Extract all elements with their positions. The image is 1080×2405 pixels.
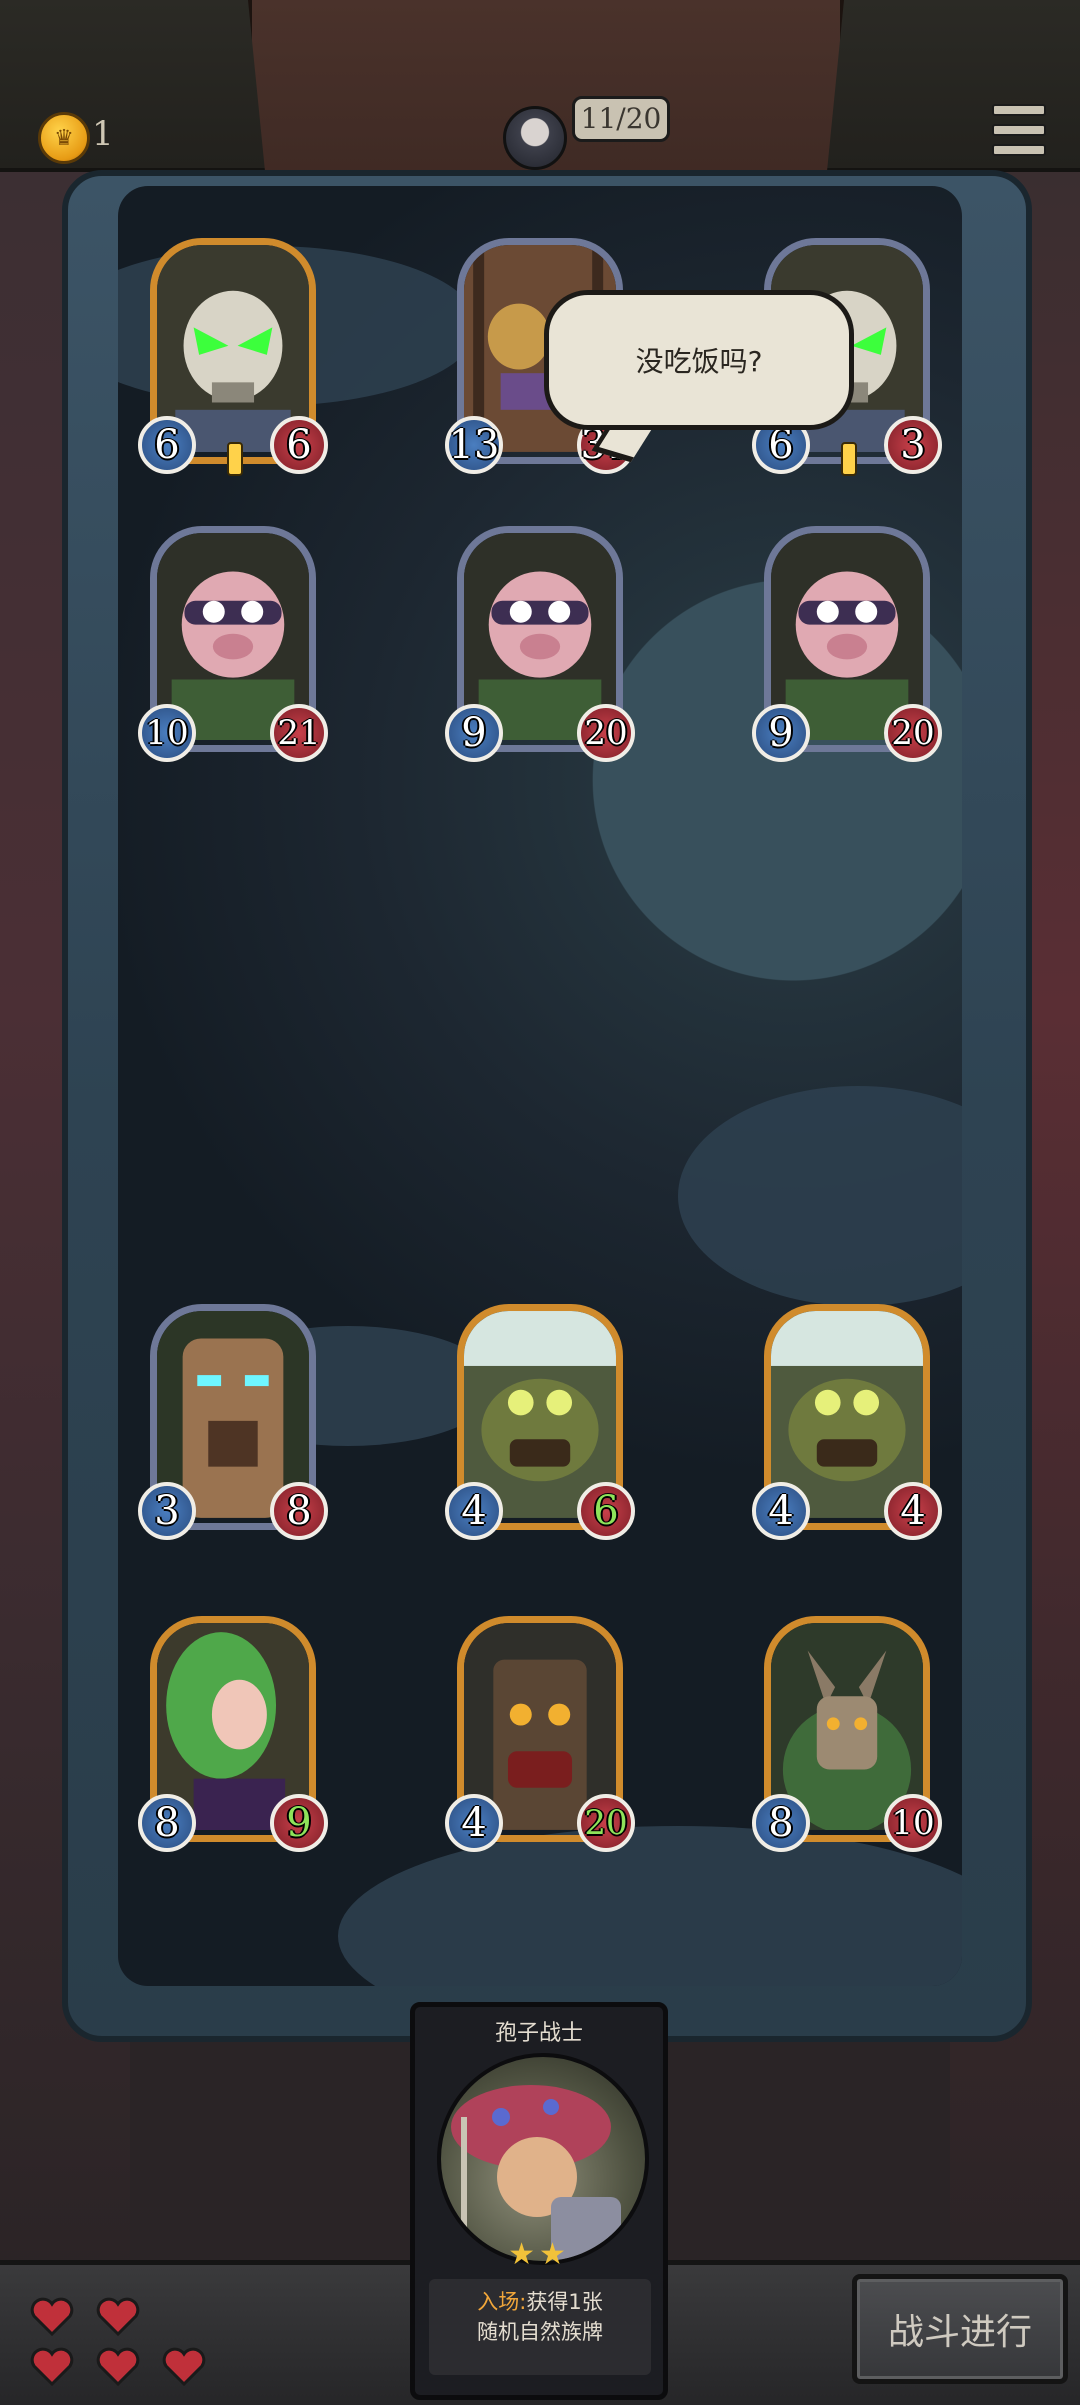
health-stat: 4 [884, 1482, 942, 1540]
heart-icon [96, 2347, 140, 2386]
attack-stat: 10 [138, 704, 196, 762]
attack-stat: 3 [138, 1482, 196, 1540]
attack-stat: 8 [138, 1794, 196, 1852]
attack-stat: 13 [445, 416, 503, 474]
health-stat: 9 [270, 1794, 328, 1852]
card-name: 孢子战士 [494, 2021, 583, 2046]
health-stat: 6 [577, 1482, 635, 1540]
player-avatar[interactable] [503, 106, 567, 170]
attack-stat: 9 [752, 704, 810, 762]
attack-stat: 4 [752, 1482, 810, 1540]
health-stat: 8 [270, 1482, 328, 1540]
alert-marker [841, 442, 857, 476]
heart-icon [30, 2297, 74, 2336]
attack-stat: 9 [445, 704, 503, 762]
player-unit[interactable]: 4 6 [445, 1300, 635, 1540]
health-stat: 20 [577, 704, 635, 762]
enemy-unit[interactable]: 9 20 [445, 522, 635, 762]
player-unit[interactable]: 3 8 [138, 1300, 328, 1540]
attack-stat: 6 [138, 416, 196, 474]
menu-icon[interactable] [992, 104, 1046, 156]
round-counter: 11/20 [572, 96, 670, 142]
card-art [437, 2053, 649, 2265]
heart-icon [96, 2297, 140, 2336]
health-stat: 6 [270, 416, 328, 474]
card-desc-line2: 随机自然族牌 [477, 2320, 603, 2344]
attack-stat: 4 [445, 1482, 503, 1540]
player-unit[interactable]: 8 10 [752, 1612, 942, 1852]
player-unit[interactable]: 4 20 [445, 1612, 635, 1852]
health-stat: 10 [884, 1794, 942, 1852]
card-keyword: 入场: [477, 2290, 527, 2314]
card-description: 入场:获得1张 随机自然族牌 [429, 2279, 651, 2375]
health-stat: 21 [270, 704, 328, 762]
enemy-unit[interactable]: 6 6 [138, 234, 328, 476]
card-stars: ★★ [508, 2237, 570, 2272]
health-stat: 3 [884, 416, 942, 474]
coin-icon: ♛ [38, 112, 90, 164]
attack-stat: 8 [752, 1794, 810, 1852]
attack-stat: 4 [445, 1794, 503, 1852]
alert-marker [227, 442, 243, 476]
enemy-unit[interactable]: 9 20 [752, 522, 942, 762]
card-desc-line1: 获得1张 [526, 2290, 603, 2314]
start-battle-button[interactable]: 战斗进行 [852, 2274, 1068, 2384]
health-stat: 20 [577, 1794, 635, 1852]
heart-icon [30, 2347, 74, 2386]
mushroom-warrior-icon [451, 2085, 621, 2261]
health-stat: 20 [884, 704, 942, 762]
hand-card[interactable]: 孢子战士 ★★ 入场:获得1张 随机自然族牌 [410, 2002, 668, 2400]
cloud [678, 1086, 962, 1306]
heart-icon [162, 2347, 206, 2386]
player-unit[interactable]: 4 4 [752, 1300, 942, 1540]
coin-count: 1 [92, 114, 114, 154]
player-unit[interactable]: 8 9 [138, 1612, 328, 1852]
speech-bubble: 没吃饭吗? [544, 290, 854, 430]
enemy-unit[interactable]: 10 21 [138, 522, 328, 762]
